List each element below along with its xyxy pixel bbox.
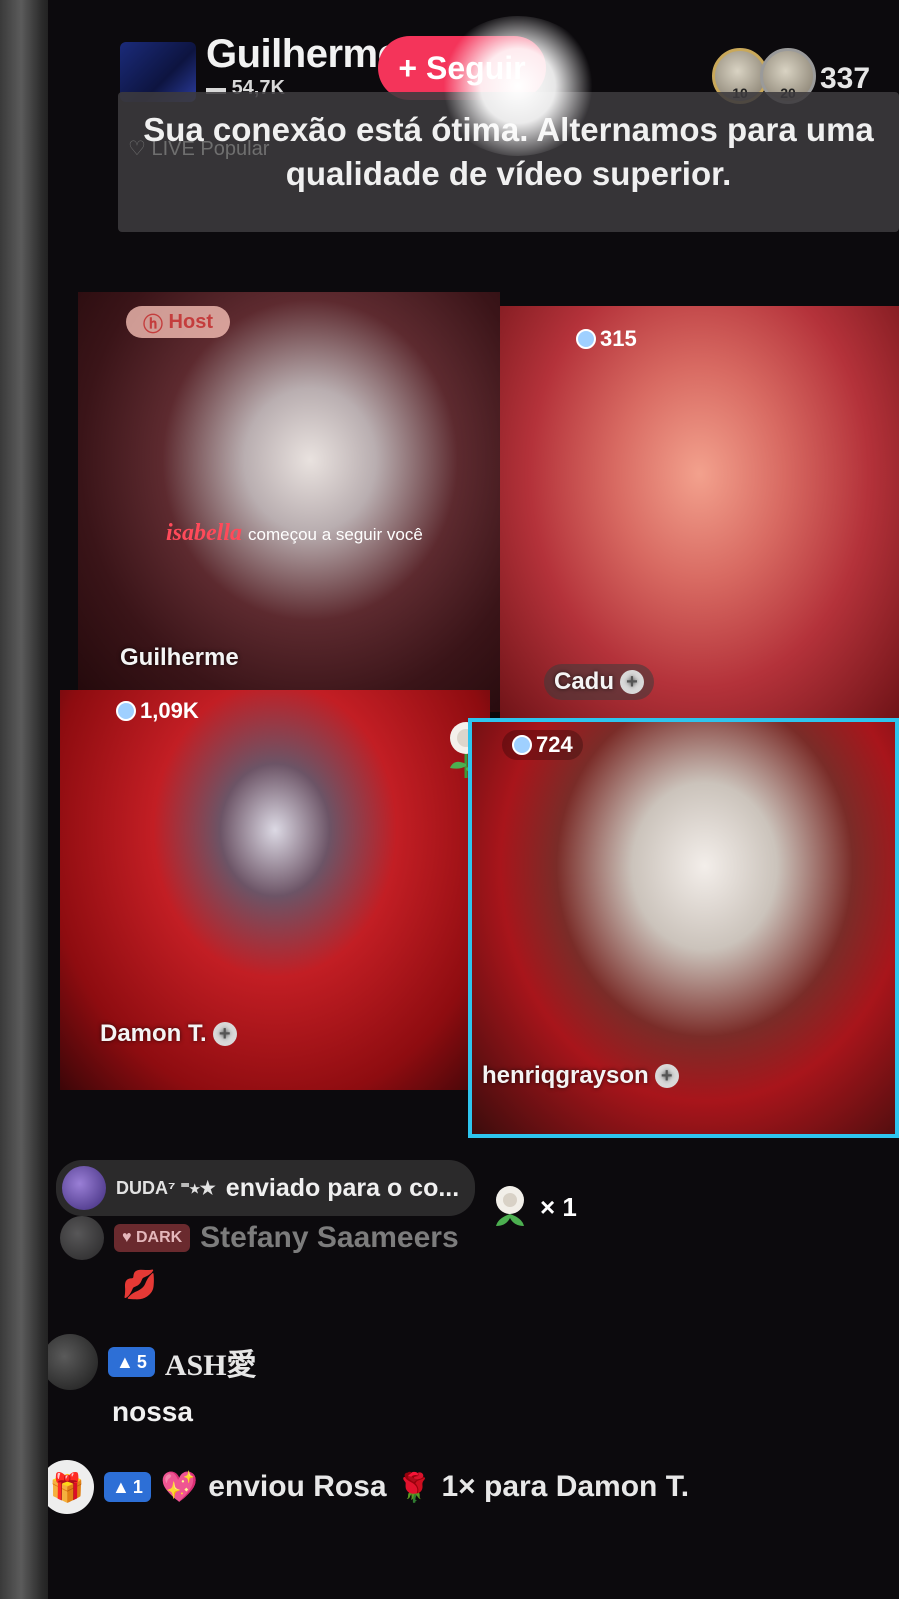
guest-score: 1,09K: [116, 698, 199, 724]
viewer-count[interactable]: 337: [820, 62, 870, 96]
follow-plus-icon[interactable]: +: [620, 670, 644, 694]
chat-message[interactable]: ♥ DARK Stefany Saameers: [60, 1216, 459, 1260]
chat-message-text: nossa: [112, 1396, 193, 1427]
tile-name: Guilherme: [120, 644, 239, 671]
video-tile-guest[interactable]: 315 Cadu +: [500, 306, 899, 726]
gift-banner[interactable]: DUDA⁷ ⁼⭑★ enviado para o co...: [56, 1160, 476, 1216]
follow-notice-text: começou a seguir você: [248, 525, 423, 544]
heart-icon: ♥: [122, 1229, 136, 1246]
chat-message[interactable]: ▲ 5 ASH愛: [48, 1334, 257, 1390]
gift-event-suffix: 1× para Damon T.: [441, 1470, 690, 1503]
score-icon: [116, 701, 136, 721]
chat-username[interactable]: ASH愛: [165, 1340, 257, 1384]
video-tile-host[interactable]: ⓗ Host isabella começou a seguir você Gu…: [78, 292, 500, 712]
level-icon: ▲: [112, 1476, 130, 1497]
level-badge: ▲ 5: [108, 1347, 155, 1377]
heart-icon: 💖: [160, 1470, 199, 1504]
tile-name[interactable]: henriqgrayson +: [482, 1062, 679, 1090]
rose-icon: 🌹: [396, 1471, 432, 1503]
gift-multiplier: × 1: [488, 1184, 577, 1230]
avatar[interactable]: [62, 1166, 106, 1210]
level-icon: ▲: [116, 1351, 134, 1372]
video-tile-guest[interactable]: 1,09K Damon T. +: [60, 690, 490, 1090]
follower-name: isabella: [166, 520, 242, 546]
chat-feed: DUDA⁷ ⁼⭑★ enviado para o co... × 1 ♥ DAR…: [48, 1140, 899, 1599]
guest-score: 724: [502, 730, 583, 760]
chat-username[interactable]: Stefany Saameers: [200, 1221, 459, 1255]
tile-name[interactable]: Cadu +: [544, 664, 654, 700]
avatar[interactable]: [60, 1216, 104, 1260]
white-rose-icon: [496, 1186, 524, 1226]
chat-message-text: 💋: [122, 1269, 157, 1300]
gift-event[interactable]: 🎁 ▲ 1 💖 enviou Rosa 🌹 1× para Damon T.: [48, 1460, 689, 1514]
guest-score: 315: [576, 326, 637, 352]
host-badge: ⓗ Host: [126, 306, 230, 338]
level-badge: ▲ 1: [104, 1472, 151, 1502]
score-icon: [512, 735, 532, 755]
host-name[interactable]: Guilherme: [206, 32, 400, 77]
gift-box-icon: 🎁: [48, 1460, 94, 1514]
gift-message: enviado para o co...: [225, 1173, 460, 1202]
video-tile-guest-active[interactable]: 724 henriqgrayson +: [468, 718, 899, 1138]
score-icon: [576, 329, 596, 349]
camera-glare: [438, 16, 598, 156]
follow-plus-icon[interactable]: +: [654, 1064, 679, 1088]
gift-event-text: enviou Rosa: [208, 1470, 387, 1503]
follow-notice: isabella começou a seguir você: [166, 520, 423, 547]
gift-sender: DUDA⁷ ⁼⭑★: [116, 1177, 216, 1198]
tile-name[interactable]: Damon T. +: [100, 1020, 237, 1048]
live-screen: Guilherme ▬ 54,7K + Seguir 10 20 337 ♡ L…: [48, 0, 899, 1599]
avatar[interactable]: [48, 1334, 98, 1390]
follow-plus-icon[interactable]: +: [212, 1022, 237, 1046]
fan-badge: ♥ DARK: [114, 1224, 191, 1252]
host-icon: ⓗ: [142, 313, 169, 336]
